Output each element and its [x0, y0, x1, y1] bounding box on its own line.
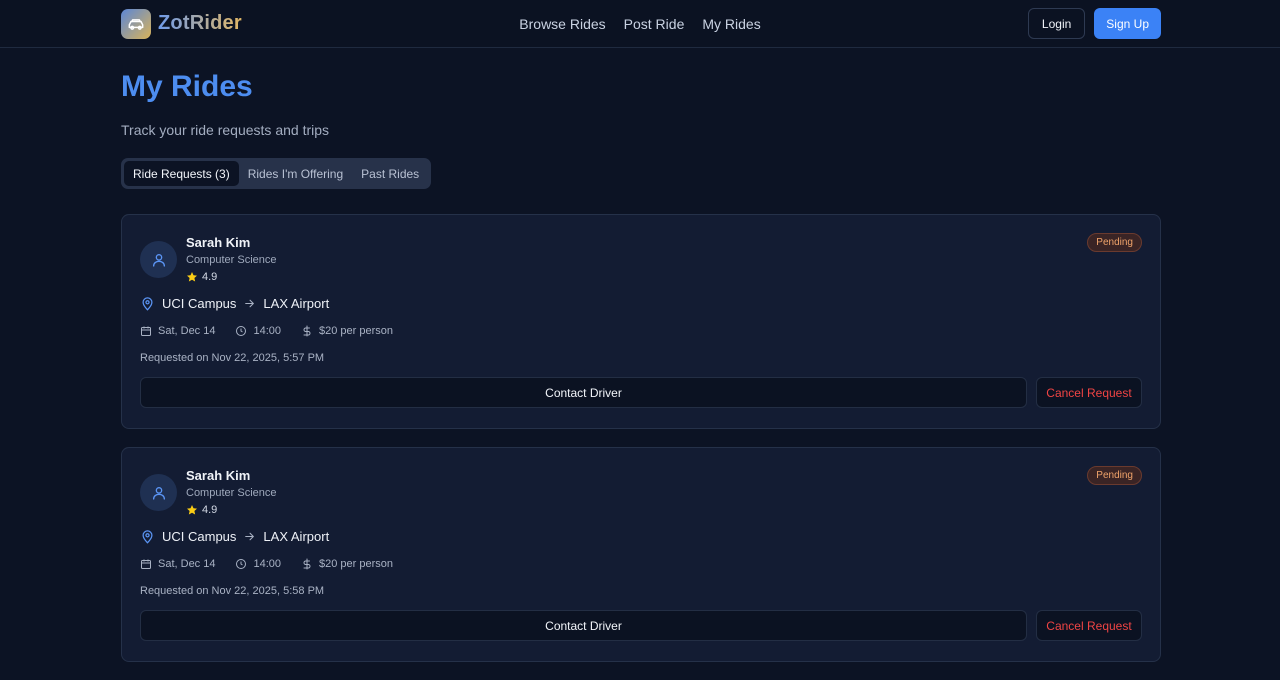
- requested-timestamp: Requested on Nov 22, 2025, 5:58 PM: [140, 585, 325, 597]
- nav-link-my-rides[interactable]: My Rides: [702, 16, 760, 32]
- ride-request-card: Sarah Kim Computer Science 4.9 Pending U…: [121, 214, 1161, 429]
- route-origin: UCI Campus: [162, 296, 237, 311]
- login-button[interactable]: Login: [1027, 8, 1086, 39]
- cancel-request-button[interactable]: Cancel Request: [1036, 377, 1142, 408]
- driver-major: Computer Science: [186, 487, 277, 499]
- ride-time: 14:00: [253, 325, 282, 337]
- driver-major: Computer Science: [186, 254, 277, 266]
- ride-tabs: Ride Requests (3) Rides I'm Offering Pas…: [121, 158, 432, 189]
- driver-name: Sarah Kim: [186, 235, 251, 250]
- card-actions: Contact Driver Cancel Request: [140, 610, 1142, 641]
- star-icon: [187, 505, 197, 515]
- route: UCI Campus LAX Airport: [140, 529, 1142, 544]
- route-destination: LAX Airport: [263, 296, 330, 311]
- driver-info: Sarah Kim Computer Science 4.9: [140, 466, 1142, 516]
- ride-price: $20 per person: [319, 558, 394, 570]
- brand-name: ZotRider: [158, 12, 242, 34]
- main-content: My Rides Track your ride requests and tr…: [0, 70, 1280, 680]
- tab-ride-requests[interactable]: Ride Requests (3): [124, 161, 239, 186]
- contact-driver-button[interactable]: Contact Driver: [140, 610, 1027, 641]
- ride-price: $20 per person: [319, 325, 394, 337]
- rating-value: 4.9: [202, 504, 218, 516]
- status-badge: Pending: [1087, 233, 1142, 252]
- route: UCI Campus LAX Airport: [140, 296, 1142, 311]
- tab-rides-offering[interactable]: Rides I'm Offering: [239, 161, 352, 186]
- user-icon: [152, 486, 165, 500]
- user-icon: [152, 253, 165, 267]
- page-title: My Rides: [121, 70, 253, 103]
- route-destination: LAX Airport: [263, 529, 330, 544]
- nav-link-browse-rides[interactable]: Browse Rides: [519, 16, 605, 32]
- ride-meta: Sat, Dec 14 14:00 $20 per person: [140, 558, 1142, 570]
- cancel-request-button[interactable]: Cancel Request: [1036, 610, 1142, 641]
- clock-icon: [236, 559, 247, 569]
- ride-time: 14:00: [253, 558, 282, 570]
- calendar-icon: [141, 559, 151, 569]
- status-badge: Pending: [1087, 466, 1142, 485]
- map-pin-icon: [142, 297, 153, 311]
- car-icon: [128, 18, 144, 30]
- map-pin-icon: [142, 530, 153, 544]
- driver-info: Sarah Kim Computer Science 4.9: [140, 233, 1142, 283]
- card-actions: Contact Driver Cancel Request: [140, 377, 1142, 408]
- ride-meta: Sat, Dec 14 14:00 $20 per person: [140, 325, 1142, 337]
- avatar: [140, 241, 177, 278]
- nav-links: Browse Rides Post Ride My Rides: [519, 16, 760, 32]
- brand-logo: [121, 8, 151, 39]
- driver-rating: 4.9: [186, 504, 277, 516]
- rating-value: 4.9: [202, 271, 218, 283]
- tab-past-rides[interactable]: Past Rides: [352, 161, 428, 186]
- star-icon: [187, 272, 197, 282]
- clock-icon: [236, 326, 247, 336]
- arrow-right-icon: [245, 532, 255, 541]
- nav-link-post-ride[interactable]: Post Ride: [624, 16, 685, 32]
- ride-request-card: Sarah Kim Computer Science 4.9 Pending U…: [121, 447, 1161, 662]
- requested-timestamp: Requested on Nov 22, 2025, 5:57 PM: [140, 352, 325, 364]
- route-origin: UCI Campus: [162, 529, 237, 544]
- signup-button[interactable]: Sign Up: [1094, 8, 1161, 39]
- arrow-right-icon: [245, 299, 255, 308]
- driver-name: Sarah Kim: [186, 468, 251, 483]
- dollar-icon: [303, 325, 311, 337]
- brand[interactable]: ZotRider: [121, 8, 242, 39]
- ride-date: Sat, Dec 14: [158, 325, 216, 337]
- calendar-icon: [141, 326, 151, 336]
- dollar-icon: [303, 558, 311, 570]
- top-navbar: ZotRider Browse Rides Post Ride My Rides…: [0, 0, 1280, 48]
- ride-date: Sat, Dec 14: [158, 558, 216, 570]
- driver-rating: 4.9: [186, 271, 277, 283]
- page-subtitle: Track your ride requests and trips: [121, 122, 330, 138]
- nav-actions: Login Sign Up: [1027, 8, 1161, 39]
- avatar: [140, 474, 177, 511]
- contact-driver-button[interactable]: Contact Driver: [140, 377, 1027, 408]
